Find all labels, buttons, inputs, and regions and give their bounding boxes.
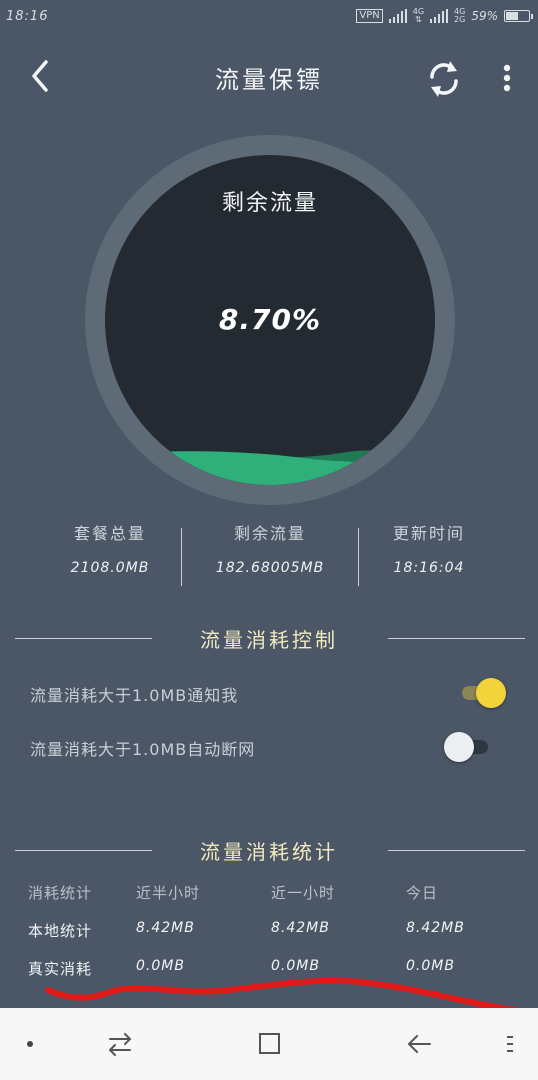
- refresh-button[interactable]: [420, 54, 468, 102]
- stat-remaining: 剩余流量 182.68005MB: [192, 520, 348, 576]
- back-arrow-icon: [408, 1035, 431, 1053]
- stats-section-header: 流量消耗统计: [0, 836, 538, 866]
- row-label: 本地统计: [28, 922, 93, 940]
- stat-value: 2108.0MB: [70, 560, 150, 576]
- remaining-data-gauge: 剩余流量 8.70%: [85, 135, 455, 505]
- system-nav-bar: [0, 1008, 538, 1080]
- wave-front: [105, 451, 435, 485]
- stat-updated: 更新时间 18:16:04: [366, 520, 492, 576]
- gauge-percent: 8.70%: [218, 303, 322, 336]
- nav-dot-button[interactable]: [10, 1026, 50, 1062]
- network-type-1: 4G ⇅: [412, 7, 425, 24]
- gauge-label: 剩余流量: [221, 191, 318, 216]
- signal-icon-2: [430, 9, 449, 23]
- divider: [388, 638, 525, 639]
- stat-total: 套餐总量 2108.0MB: [40, 520, 180, 576]
- toggle-thumb: [476, 678, 506, 708]
- battery-icon: [504, 10, 533, 22]
- switch-icon: [109, 1033, 131, 1056]
- divider: [358, 528, 359, 586]
- table-row: 本地统计 8.42MB 8.42MB 8.42MB: [0, 920, 538, 950]
- menu-icon: [507, 1036, 513, 1052]
- control-section-header: 流量消耗控制: [0, 624, 538, 654]
- column-header: 今日: [406, 884, 439, 902]
- column-header: 近半小时: [136, 884, 201, 902]
- notify-toggle[interactable]: [456, 678, 506, 708]
- dot-icon: [27, 1041, 33, 1047]
- nav-back-button[interactable]: [400, 1026, 440, 1062]
- stat-label: 套餐总量: [73, 524, 146, 543]
- app-bar: 流量保镖: [0, 40, 538, 116]
- status-bar: 18:16 VPN 4G ⇅ 4G 2G 59%: [0, 0, 538, 36]
- stat-value: 182.68005MB: [215, 560, 325, 576]
- stat-value: 18:16:04: [393, 560, 465, 576]
- column-header: 近一小时: [271, 884, 336, 902]
- refresh-icon: [430, 61, 458, 97]
- gauge-inner: 剩余流量 8.70%: [105, 155, 435, 485]
- nav-menu-button[interactable]: [490, 1026, 530, 1062]
- divider: [181, 528, 182, 586]
- nav-switch-button[interactable]: [100, 1026, 140, 1062]
- more-vertical-icon: [503, 64, 511, 92]
- divider: [388, 850, 525, 851]
- setting-label: 流量消耗大于1.0MB自动断网: [30, 740, 256, 759]
- table-cell: 8.42MB: [271, 920, 330, 936]
- auto-disconnect-toggle[interactable]: [444, 732, 494, 762]
- network-type-2: 4G 2G: [454, 7, 466, 24]
- more-menu-button[interactable]: [492, 54, 522, 102]
- nav-home-button[interactable]: [249, 1026, 289, 1062]
- setting-auto-disconnect: 流量消耗大于1.0MB自动断网: [0, 728, 538, 768]
- setting-notify: 流量消耗大于1.0MB通知我: [0, 674, 538, 714]
- stat-label: 更新时间: [392, 524, 465, 543]
- square-icon: [259, 1033, 280, 1054]
- toggle-thumb: [444, 732, 474, 762]
- setting-label: 流量消耗大于1.0MB通知我: [30, 686, 239, 705]
- battery-percent: 59%: [471, 9, 498, 23]
- table-cell: 8.42MB: [406, 920, 465, 936]
- status-icons: VPN 4G ⇅ 4G 2G 59%: [356, 7, 533, 24]
- status-time: 18:16: [6, 9, 49, 24]
- signal-icon: [388, 9, 407, 23]
- table-header-row: 消耗统计 近半小时 近一小时 今日: [0, 882, 538, 912]
- vpn-badge: VPN: [356, 9, 383, 23]
- table-cell: 8.42MB: [136, 920, 195, 936]
- column-header: 消耗统计: [28, 884, 93, 902]
- plan-stats: 套餐总量 2108.0MB 剩余流量 182.68005MB 更新时间 18:1…: [0, 520, 538, 590]
- stat-label: 剩余流量: [233, 524, 306, 543]
